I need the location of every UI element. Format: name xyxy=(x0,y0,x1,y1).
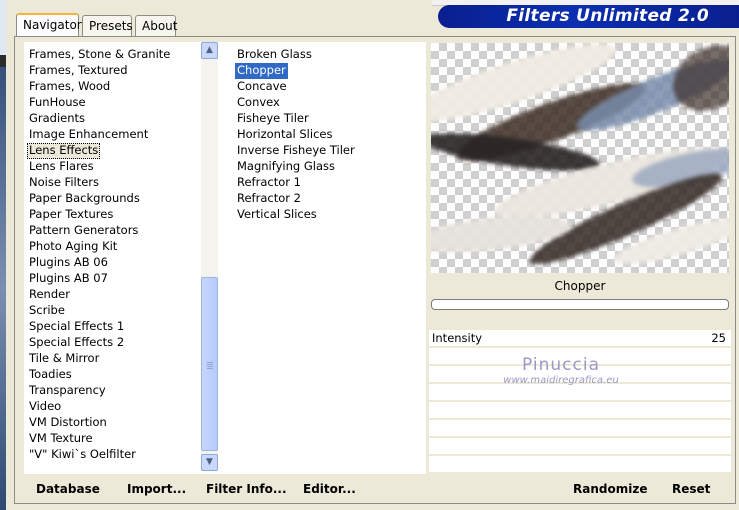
category-item[interactable]: Paper Backgrounds xyxy=(27,191,142,207)
category-item[interactable]: Render xyxy=(27,287,72,303)
filter-item[interactable]: Chopper xyxy=(235,63,288,79)
param-row-intensity[interactable]: Intensity 25 xyxy=(429,330,731,346)
navigator-panel: Frames, Stone & Granite Frames, Textured F… xyxy=(14,36,736,504)
filter-item[interactable]: Magnifying Glass xyxy=(235,159,337,175)
filter-info-button[interactable]: Filter Info... xyxy=(206,482,287,496)
category-item[interactable]: Scribe xyxy=(27,303,67,319)
category-item[interactable]: Transparency xyxy=(27,383,108,399)
filter-name-label: Chopper xyxy=(554,279,606,293)
category-item[interactable]: VM Texture xyxy=(27,431,95,447)
filter-item[interactable]: Horizontal Slices xyxy=(235,127,334,143)
editor-button[interactable]: Editor... xyxy=(303,482,356,496)
filter-item[interactable]: Refractor 2 xyxy=(235,191,303,207)
filter-item[interactable]: Refractor 1 xyxy=(235,175,303,191)
randomize-button[interactable]: Randomize xyxy=(573,482,647,496)
filter-item[interactable]: Inverse Fisheye Tiler xyxy=(235,143,357,159)
param-row-empty xyxy=(429,366,731,382)
category-item[interactable]: Toadies xyxy=(27,367,74,383)
category-item[interactable]: Paper Textures xyxy=(27,207,115,223)
category-item[interactable]: Plugins AB 07 xyxy=(27,271,110,287)
category-scrollbar[interactable]: ▲ ▼ xyxy=(201,42,218,471)
reset-button[interactable]: Reset xyxy=(672,482,710,496)
category-item[interactable]: Frames, Textured xyxy=(27,63,130,79)
param-row-empty xyxy=(429,402,731,418)
chevron-down-icon[interactable]: ▼ xyxy=(201,454,218,471)
filter-item[interactable]: Broken Glass xyxy=(235,47,314,63)
chevron-up-icon[interactable]: ▲ xyxy=(201,42,218,59)
filter-list[interactable]: Broken Glass Chopper Concave Convex Fisheye … xyxy=(233,42,426,474)
scrollbar-thumb[interactable] xyxy=(201,277,218,451)
category-item[interactable]: Photo Aging Kit xyxy=(27,239,119,255)
category-item[interactable]: VM Distortion xyxy=(27,415,109,431)
import-button[interactable]: Import... xyxy=(127,482,186,496)
param-row-empty xyxy=(429,438,731,454)
param-value: 25 xyxy=(711,331,726,345)
category-item[interactable]: Noise Filters xyxy=(27,175,101,191)
preview-image xyxy=(431,43,729,273)
param-name: Intensity xyxy=(432,331,483,345)
background-app-strip xyxy=(0,0,6,510)
filter-item[interactable]: Convex xyxy=(235,95,282,111)
param-row-empty xyxy=(429,348,731,364)
database-button[interactable]: Database xyxy=(36,482,100,496)
category-item[interactable]: Frames, Stone & Granite xyxy=(27,47,172,63)
param-row-empty xyxy=(429,456,731,472)
parameter-list: Intensity 25 xyxy=(429,330,731,474)
bottom-left-toolbar: Database Import... Filter Info... Editor… xyxy=(24,476,426,502)
filter-item[interactable]: Fisheye Tiler xyxy=(235,111,311,127)
category-item[interactable]: Frames, Wood xyxy=(27,79,112,95)
tab-about[interactable]: About xyxy=(135,15,177,36)
title-banner: Filters Unlimited 2.0 xyxy=(438,5,739,28)
category-item[interactable]: Lens Effects xyxy=(27,143,101,159)
filter-item[interactable]: Concave xyxy=(235,79,289,95)
category-item[interactable]: Lens Flares xyxy=(27,159,96,175)
progress-bar xyxy=(431,299,729,310)
filter-item[interactable]: Vertical Slices xyxy=(235,207,319,223)
category-item[interactable]: "V" Kiwi`s Oelfilter xyxy=(27,447,138,463)
param-row-empty xyxy=(429,420,731,436)
category-item[interactable]: Image Enhancement xyxy=(27,127,150,143)
category-item[interactable]: Tile & Mirror xyxy=(27,351,101,367)
app-title: Filters Unlimited 2.0 xyxy=(506,6,709,26)
category-item[interactable]: Gradients xyxy=(27,111,87,127)
tab-navigator[interactable]: Navigator xyxy=(16,13,82,37)
category-item[interactable]: Special Effects 1 xyxy=(27,319,126,335)
category-item[interactable]: Pattern Generators xyxy=(27,223,140,239)
bottom-right-toolbar: Randomize Reset xyxy=(429,476,731,502)
category-item[interactable]: Plugins AB 06 xyxy=(27,255,110,271)
param-row-empty xyxy=(429,384,731,400)
category-item[interactable]: Special Effects 2 xyxy=(27,335,126,351)
category-item[interactable]: Video xyxy=(27,399,63,415)
category-item[interactable]: FunHouse xyxy=(27,95,88,111)
tab-presets[interactable]: Presets xyxy=(82,15,133,36)
